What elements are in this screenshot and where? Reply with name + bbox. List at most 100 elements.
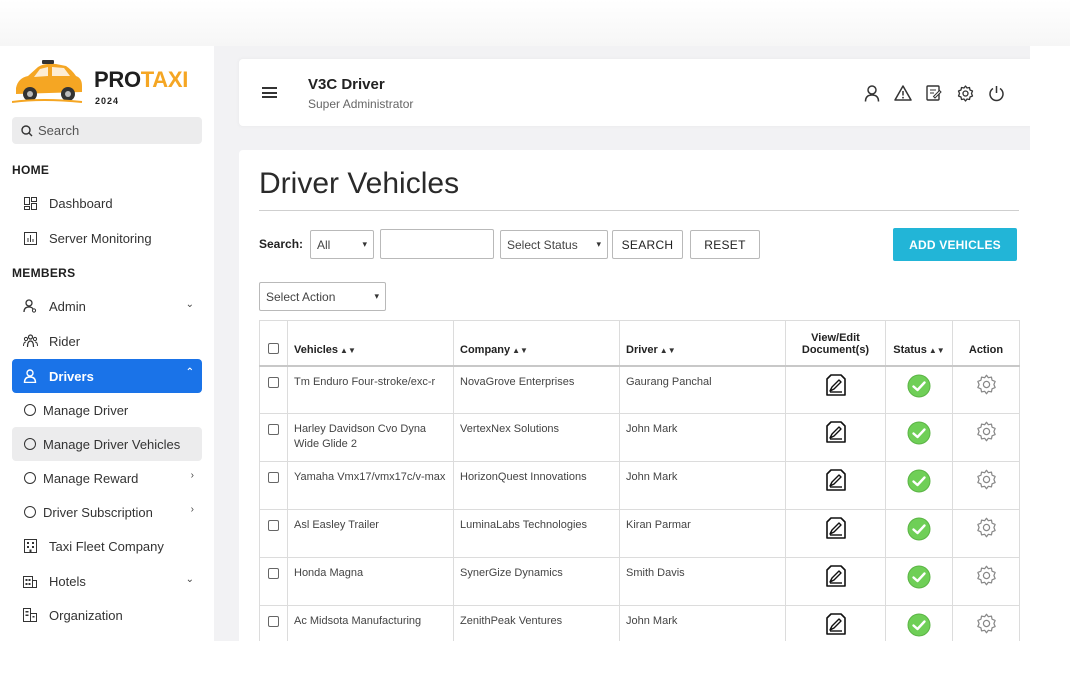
sidebar-item-server-monitoring[interactable]: Server Monitoring <box>12 221 202 255</box>
row-checkbox-cell <box>259 605 288 641</box>
status-select[interactable]: Select Status ▾ <box>500 230 608 259</box>
sort-icon: ▲▼ <box>659 345 676 355</box>
brand-logo[interactable]: PROTAXI 2024 <box>12 58 202 108</box>
cell-company: LuminaLabs Technologies <box>453 509 620 558</box>
sidebar-item-dashboard[interactable]: Dashboard <box>12 186 202 220</box>
cell-documents <box>785 557 886 606</box>
sidebar-item-manage-reward[interactable]: Manage Reward › <box>12 461 202 495</box>
status-active-icon[interactable] <box>907 469 931 496</box>
settings-icon[interactable] <box>955 83 975 103</box>
sort-icon: ▲▼ <box>928 345 945 355</box>
edit-document-icon[interactable] <box>825 565 846 590</box>
chevron-down-icon: ▾ <box>362 239 367 249</box>
edit-document-icon[interactable] <box>825 469 846 494</box>
cell-vehicle: Honda Magna <box>287 557 454 606</box>
taxi-car-icon <box>12 60 83 103</box>
status-active-icon[interactable] <box>907 613 931 640</box>
cell-status <box>885 509 953 558</box>
sidebar-item-drivers[interactable]: Drivers ⌃ <box>12 359 202 393</box>
sidebar-item-manage-driver[interactable]: Manage Driver <box>12 393 202 427</box>
sort-icon: ▲▼ <box>340 345 356 355</box>
select-all-cell <box>259 320 288 366</box>
select-all-checkbox[interactable] <box>268 342 279 354</box>
circle-icon <box>24 404 36 416</box>
user-name: V3C Driver <box>308 76 385 93</box>
cell-vehicle: Ac Midsota Manufacturing <box>287 605 454 641</box>
chevron-up-icon: ⌃ <box>185 367 194 378</box>
row-checkbox[interactable] <box>268 376 279 388</box>
table-row: Honda Magna SynerGize Dynamics Smith Davis <box>259 557 1020 606</box>
brand-year: 2024 <box>95 96 120 106</box>
gear-icon[interactable] <box>976 469 997 493</box>
edit-document-icon[interactable] <box>825 613 846 638</box>
status-active-icon[interactable] <box>907 517 931 544</box>
search-label: Search: <box>259 237 304 251</box>
sidebar-item-driver-subscription[interactable]: Driver Subscription › <box>12 495 202 529</box>
sidebar-item-hotels[interactable]: Hotels ⌄ <box>12 564 202 598</box>
cell-driver: John Mark <box>619 461 786 510</box>
sidebar-item-organization[interactable]: Organization <box>12 598 202 632</box>
cell-action <box>952 413 1020 462</box>
cell-status <box>885 461 953 510</box>
section-heading-home: HOME <box>12 163 50 177</box>
cell-driver: John Mark <box>619 413 786 462</box>
bulk-action-select[interactable]: Select Action ▾ <box>259 282 386 311</box>
warning-icon[interactable] <box>893 83 913 103</box>
chevron-down-icon: ⌄ <box>185 574 194 585</box>
column-header-company[interactable]: Company ▲▼ <box>453 320 620 366</box>
gear-icon[interactable] <box>976 421 997 445</box>
table-row: Asl Easley Trailer LuminaLabs Technologie… <box>259 509 1020 558</box>
sidebar-item-taxi-fleet-company[interactable]: Taxi Fleet Company <box>12 529 202 563</box>
status-active-icon[interactable] <box>907 374 931 401</box>
column-header-driver[interactable]: Driver ▲▼ <box>619 320 786 366</box>
search-input[interactable] <box>380 229 494 259</box>
column-header-vehicles[interactable]: Vehicles ▲▼ <box>287 320 454 366</box>
edit-document-icon[interactable] <box>825 373 846 399</box>
hamburger-menu-icon[interactable] <box>262 87 277 101</box>
row-checkbox-cell <box>259 365 288 414</box>
edit-note-icon[interactable] <box>924 83 944 103</box>
sidebar-item-admin[interactable]: Admin ⌄ <box>12 289 202 323</box>
gear-icon[interactable] <box>976 565 997 589</box>
circle-icon <box>24 472 36 484</box>
row-checkbox[interactable] <box>268 472 279 483</box>
chevron-down-icon: ▾ <box>374 291 379 301</box>
search-button[interactable]: SEARCH <box>612 230 683 259</box>
filter-type-select[interactable]: All ▾ <box>310 230 374 259</box>
column-header-status[interactable]: Status ▲▼ <box>885 320 953 366</box>
status-active-icon[interactable] <box>907 565 931 592</box>
profile-icon[interactable] <box>862 83 882 103</box>
cell-driver: Smith Davis <box>619 557 786 606</box>
row-checkbox-cell <box>259 557 288 606</box>
sidebar: PROTAXI 2024 Search HOME Dashboard Serve… <box>0 46 214 641</box>
sidebar-search-input[interactable]: Search <box>12 117 202 144</box>
gear-icon[interactable] <box>976 613 997 637</box>
sidebar-item-manage-driver-vehicles[interactable]: Manage Driver Vehicles <box>12 427 202 461</box>
edit-document-icon[interactable] <box>825 421 846 446</box>
row-checkbox[interactable] <box>268 520 279 531</box>
cell-action <box>952 365 1020 414</box>
table-row: Ac Midsota Manufacturing ZenithPeak Ventu… <box>259 605 1020 641</box>
row-checkbox[interactable] <box>268 616 279 627</box>
gear-icon[interactable] <box>976 374 997 398</box>
cell-vehicle: Tm Enduro Four-stroke/exc-r <box>287 365 454 414</box>
gear-icon[interactable] <box>976 517 997 541</box>
row-checkbox[interactable] <box>268 568 279 579</box>
cell-action <box>952 509 1020 558</box>
cell-company: SynerGize Dynamics <box>453 557 620 606</box>
cell-driver: Kiran Parmar <box>619 509 786 558</box>
user-role: Super Administrator <box>308 97 414 111</box>
vehicles-table: Vehicles ▲▼ Company ▲▼ Driver ▲▼ View/Edit D… <box>259 320 1020 641</box>
status-active-icon[interactable] <box>907 421 931 448</box>
admin-icon <box>22 298 38 314</box>
cell-documents <box>785 461 886 510</box>
column-header-documents: View/Edit Document(s) <box>785 320 886 366</box>
row-checkbox[interactable] <box>268 424 279 435</box>
cell-action <box>952 605 1020 641</box>
reset-button[interactable]: RESET <box>690 230 760 259</box>
power-icon[interactable] <box>986 83 1006 103</box>
sidebar-item-rider[interactable]: Rider <box>12 324 202 358</box>
edit-document-icon[interactable] <box>825 517 846 542</box>
add-vehicles-button[interactable]: ADD VEHICLES <box>893 228 1017 261</box>
section-heading-members: MEMBERS <box>12 266 76 280</box>
